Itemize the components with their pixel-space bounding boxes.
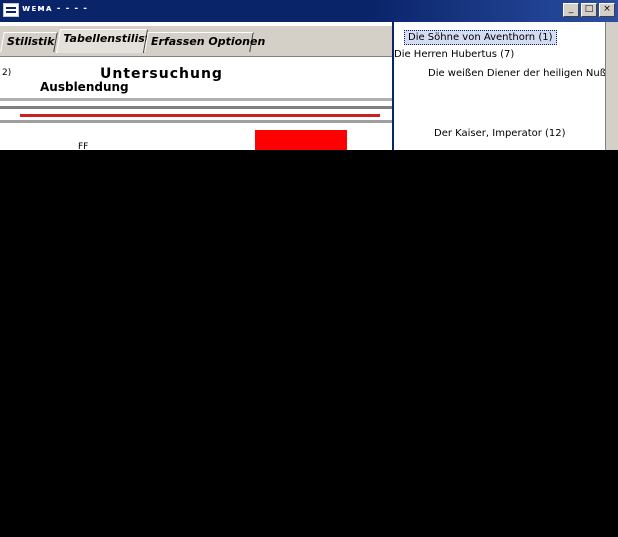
list-item[interactable]: Der Kaiser, Imperator (12)	[434, 128, 566, 139]
tab-label: Stilistik	[7, 35, 55, 48]
application-window: ᴡᴇᴍᴀ - - - - _ □ × Stilistik Tabellensti…	[0, 0, 618, 150]
list-item[interactable]: Die Söhne von Aventhorn (1)	[404, 30, 557, 45]
divider	[0, 120, 392, 123]
row-marker: 2)	[2, 68, 12, 78]
list-item[interactable]: Die Herren Hubertus (7)	[394, 49, 514, 60]
tab-tabellenstilistik[interactable]: Tabellenstilistik	[55, 29, 161, 53]
tab-label: Erfassen Optionen	[151, 35, 266, 48]
tab-erfassen-optionen[interactable]: Erfassen Optionen	[144, 32, 265, 52]
empty-black-area	[0, 150, 618, 537]
selection-highlight[interactable]	[255, 130, 347, 150]
minimize-button[interactable]: _	[563, 3, 579, 17]
highlight-stripe	[20, 114, 380, 117]
divider	[0, 98, 392, 101]
title-bar[interactable]: ᴡᴇᴍᴀ - - - - _ □ ×	[0, 0, 618, 22]
list-item[interactable]: Die weißen Diener der heiligen Nuß (6)	[428, 68, 618, 79]
tab-strip: Stilistik Tabellenstilistik Erfassen Opt…	[0, 26, 400, 57]
main-subheading: Ausblendung	[40, 80, 129, 94]
close-button[interactable]: ×	[599, 3, 615, 17]
divider	[0, 106, 392, 109]
main-content: 2) Untersuchung Ausblendung FF	[0, 58, 392, 150]
window-title: ᴡᴇᴍᴀ - - - -	[22, 4, 89, 14]
vertical-scrollbar[interactable]	[605, 22, 618, 150]
window-controls: _ □ ×	[561, 3, 615, 17]
right-list-pane[interactable]: Die Söhne von Aventhorn (1) Die Herren H…	[392, 22, 618, 150]
small-label: FF	[78, 142, 89, 150]
tab-stilistik[interactable]: Stilistik	[0, 32, 58, 52]
app-icon[interactable]	[3, 3, 19, 17]
maximize-button[interactable]: □	[581, 3, 597, 17]
